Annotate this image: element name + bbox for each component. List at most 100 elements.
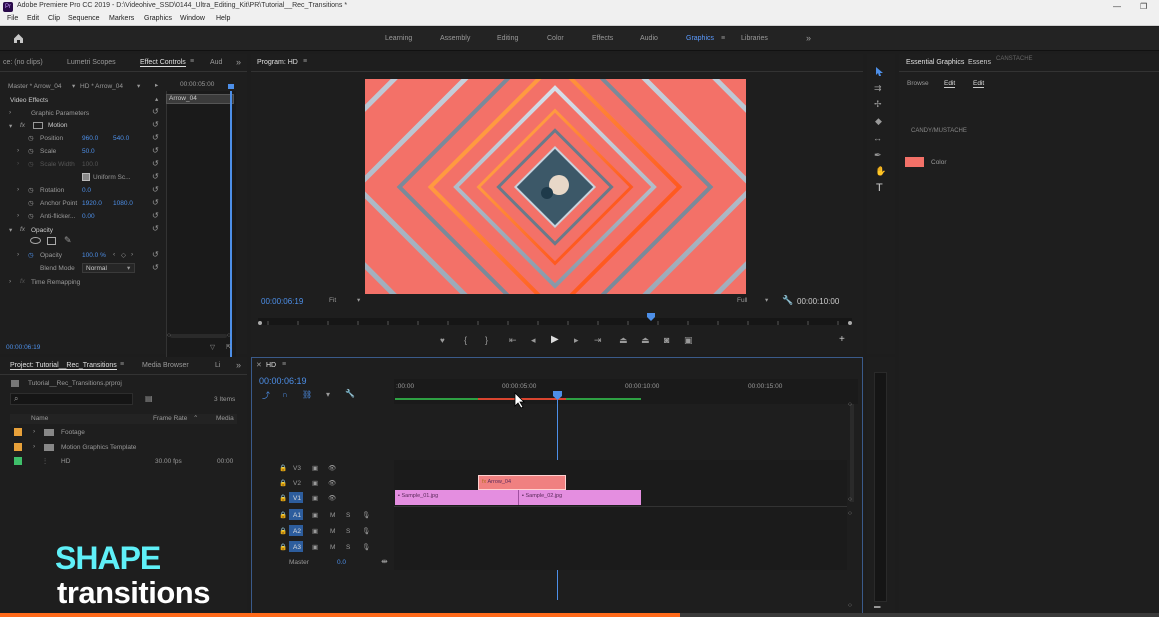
workspace-learning[interactable]: Learning (385, 35, 412, 42)
expand-time-remap-icon[interactable]: › (9, 278, 11, 285)
voiceover-a2-icon[interactable]: 🎙 (362, 527, 370, 535)
clip-sample-02[interactable]: ▪ Sample_02.jpg (518, 490, 641, 505)
timeline-timecode[interactable]: 00:00:06:19 (259, 376, 307, 386)
reset-uniform-scale-icon[interactable]: ↺ (152, 172, 159, 181)
lock-a1-icon[interactable]: 🔒 (279, 511, 287, 519)
ec-timeline-area[interactable] (166, 91, 236, 358)
workspace-graphics-menu-icon[interactable]: ≡ (721, 35, 725, 42)
prev-keyframe-icon[interactable]: ‹ (113, 251, 115, 258)
expand-rotation-icon[interactable]: › (17, 186, 19, 193)
ec-playhead[interactable] (228, 84, 234, 89)
track-v3-label[interactable]: V3 (293, 465, 301, 472)
expand-footage-icon[interactable]: › (33, 428, 35, 435)
project-item-hd[interactable]: HD (61, 458, 70, 465)
tab-source[interactable]: ce: (no clips) (3, 59, 43, 66)
expand-anti-flicker-icon[interactable]: › (17, 212, 19, 219)
workspace-more-icon[interactable]: » (806, 33, 811, 43)
hand-tool-icon[interactable]: ✋ (875, 166, 886, 177)
reset-opacity-section-icon[interactable]: ↺ (152, 224, 159, 233)
menu-graphics[interactable]: Graphics (144, 15, 172, 22)
workspace-libraries[interactable]: Libraries (741, 35, 768, 42)
voiceover-a3-icon[interactable]: 🎙 (362, 543, 370, 551)
type-tool-icon[interactable]: T (876, 182, 883, 194)
eye-v3-icon[interactable]: 👁 (328, 464, 336, 472)
go-to-out-icon[interactable]: ⇥ (594, 335, 602, 346)
opacity-stopwatch-icon[interactable]: ◷ (28, 251, 34, 259)
vscroll-top-handle-icon[interactable]: ○ (848, 401, 852, 408)
workspace-editing[interactable]: Editing (497, 35, 518, 42)
collapse-opacity-icon[interactable]: ▾ (9, 226, 12, 234)
color-swatch[interactable] (905, 157, 924, 167)
rectangle-mask-icon[interactable] (47, 237, 56, 245)
project-more-icon[interactable]: » (236, 360, 241, 370)
position-stopwatch-icon[interactable]: ◷ (28, 134, 34, 142)
extract-icon[interactable]: ⏏ (641, 335, 650, 346)
insert-nest-icon[interactable]: ⤴ (262, 390, 270, 401)
column-name[interactable]: Name (31, 415, 48, 422)
timeline-settings-icon[interactable]: 🔧 (345, 389, 355, 398)
solo-a3-button[interactable]: S (346, 544, 350, 551)
program-monitor-title[interactable]: Program: HD (257, 59, 298, 66)
reset-anti-flicker-icon[interactable]: ↺ (152, 211, 159, 220)
program-zoom-right-handle[interactable] (848, 321, 852, 325)
timeline-playhead-icon[interactable] (553, 391, 562, 400)
reset-scale-width-icon[interactable]: ↺ (152, 159, 159, 168)
add-keyframe-icon[interactable]: ◇ (121, 251, 126, 259)
sequence-clip-label[interactable]: HD * Arrow_04 (80, 83, 123, 90)
expand-scale-icon[interactable]: › (17, 147, 19, 154)
label-color-footage[interactable] (14, 428, 22, 436)
reset-graphic-params-icon[interactable]: ↺ (152, 107, 159, 116)
voiceover-a1-icon[interactable]: 🎙 (362, 511, 370, 519)
sort-ascending-icon[interactable]: ⌃ (193, 414, 198, 422)
tab-project[interactable]: Project: Tutorial__Rec_Transitions (10, 362, 117, 370)
minimize-button[interactable]: — (1113, 2, 1121, 11)
workspace-color[interactable]: Color (547, 35, 564, 42)
quality-dropdown[interactable]: Full (737, 297, 747, 304)
eg-subtab-edit-2[interactable]: Edit (973, 80, 985, 88)
slip-tool-icon[interactable]: ↔ (873, 133, 882, 143)
lock-a3-icon[interactable]: 🔒 (279, 543, 287, 551)
lock-v1-icon[interactable]: 🔒 (279, 494, 287, 502)
program-time-ruler[interactable] (258, 318, 852, 325)
master-dropdown-icon[interactable]: ▾ (72, 82, 75, 90)
anchor-y-value[interactable]: 1080.0 (113, 200, 133, 207)
comparison-view-icon[interactable]: ▣ (684, 335, 693, 346)
project-menu-icon[interactable]: ≡ (120, 361, 124, 368)
timeline-vscroll-video[interactable] (850, 404, 854, 502)
timeline-menu-icon[interactable]: ≡ (282, 361, 286, 368)
go-to-in-icon[interactable]: ⇤ (509, 335, 517, 346)
reset-motion-icon[interactable]: ↺ (152, 120, 159, 129)
export-frame-icon[interactable]: ⇱ (226, 343, 231, 351)
ec-zoom-scrollbar[interactable] (170, 334, 227, 338)
scale-stopwatch-icon[interactable]: ◷ (28, 147, 34, 155)
label-color-mgt[interactable] (14, 443, 22, 451)
filter-icon[interactable]: ▽ (210, 343, 215, 351)
timeline-close-icon[interactable]: ✕ (256, 361, 262, 369)
solo-a2-button[interactable]: S (346, 528, 350, 535)
mute-a3-button[interactable]: M (330, 544, 335, 551)
workspace-audio[interactable]: Audio (640, 35, 658, 42)
lift-icon[interactable]: ⏏ (619, 335, 628, 346)
project-item-mgt[interactable]: Motion Graphics Template (61, 444, 136, 451)
program-timecode[interactable]: 00:00:06:19 (261, 297, 303, 306)
solo-a1-button[interactable]: S (346, 512, 350, 519)
eye-v2-icon[interactable]: 👁 (328, 479, 336, 487)
project-search-input[interactable] (10, 393, 133, 405)
play-only-icon[interactable]: ▸ (155, 81, 158, 89)
sequence-dropdown-icon[interactable]: ▾ (137, 82, 140, 90)
button-editor-plus-icon[interactable]: + (839, 334, 845, 345)
mark-out-icon[interactable]: } (485, 335, 488, 345)
tab-effect-controls[interactable]: Effect Controls (140, 59, 186, 67)
export-frame-camera-icon[interactable]: ◙ (664, 335, 669, 345)
project-item-footage[interactable]: Footage (61, 429, 85, 436)
razor-tool-icon[interactable]: ◆ (875, 116, 882, 127)
workspace-graphics[interactable]: Graphics (686, 35, 714, 42)
program-playhead-icon[interactable] (647, 313, 655, 321)
track-v1-label[interactable]: V1 (293, 495, 301, 502)
track-a3-label[interactable]: A3 (293, 544, 301, 551)
add-marker-icon[interactable]: ♥ (440, 336, 445, 345)
expand-graphic-params-icon[interactable]: › (9, 109, 11, 116)
master-track-value[interactable]: 0.0 (337, 559, 346, 566)
tab-audio[interactable]: Aud (210, 59, 222, 66)
expand-mgt-icon[interactable]: › (33, 443, 35, 450)
